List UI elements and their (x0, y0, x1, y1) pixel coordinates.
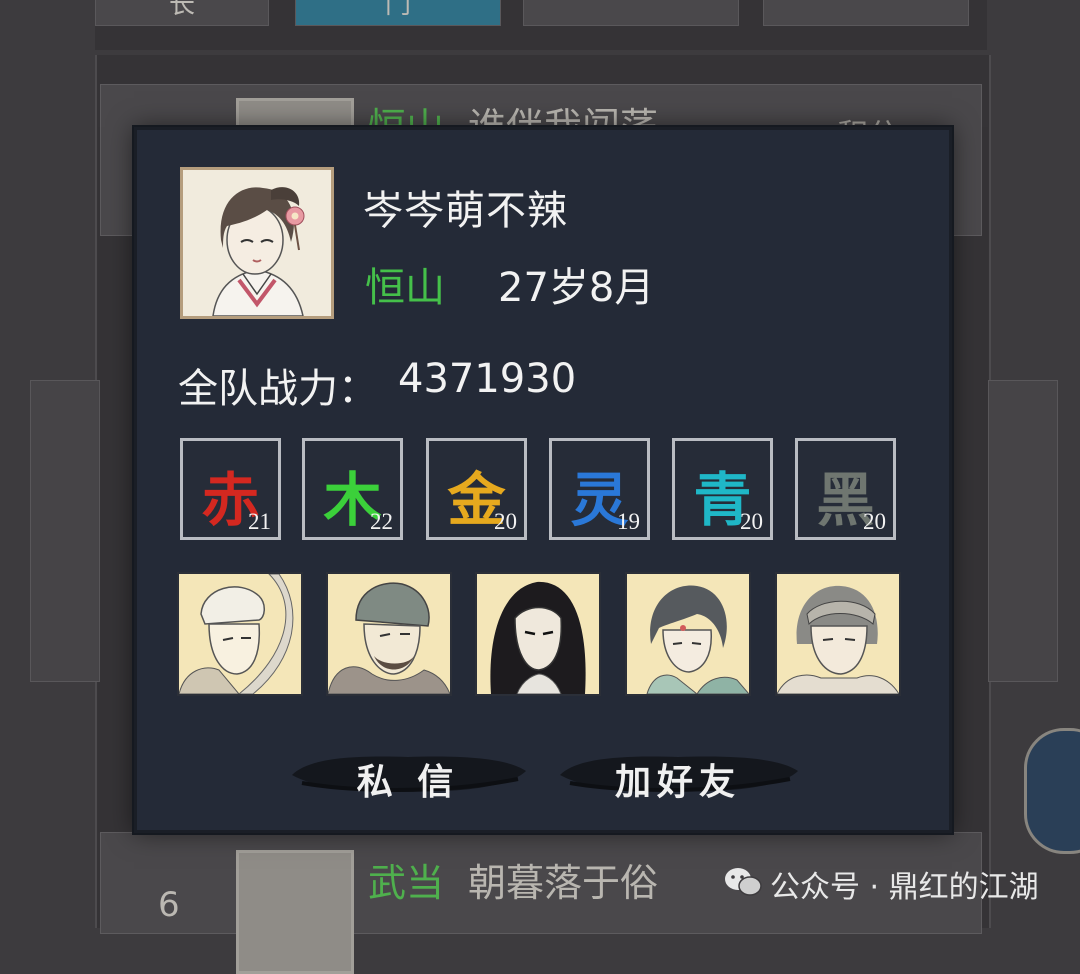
wechat-icon (725, 868, 762, 896)
element-value: 21 (248, 509, 271, 534)
message-button[interactable]: 私 信 (288, 745, 528, 803)
element-value: 20 (740, 509, 763, 534)
left-side-panel (30, 380, 100, 682)
element-value: 20 (494, 509, 517, 534)
tab-1-label: 长 (168, 0, 195, 20)
tab-bar: 长 门 (95, 0, 987, 50)
tab-1[interactable]: 长 (95, 0, 269, 26)
add-friend-button[interactable]: 加好友 (556, 745, 800, 803)
element-value: 20 (863, 509, 886, 534)
element-box-3[interactable]: 金 20 (426, 438, 527, 540)
team-power-label: 全队战力： (178, 366, 378, 412)
message-button-label: 私 信 (356, 761, 460, 803)
hero-female-portrait (627, 574, 749, 694)
element-box-4[interactable]: 灵 19 (549, 438, 650, 540)
row-avatar-6 (236, 850, 354, 974)
hero-slot-5[interactable] (775, 572, 901, 696)
element-box-6[interactable]: 黑 20 (795, 438, 896, 540)
row-6-name: 朝暮落于俗 (468, 861, 659, 905)
player-name: 岑岑萌不辣 (363, 188, 568, 234)
tab-3[interactable] (523, 0, 739, 26)
female-portrait-icon (183, 170, 331, 316)
watermark-text: 公众号 · 鼎红的江湖 (770, 870, 1039, 905)
hero-slot-3[interactable] (475, 572, 601, 696)
hero-helmet-beard-portrait (328, 574, 450, 694)
player-faction: 恒山 (365, 265, 445, 311)
element-value: 22 (370, 509, 393, 534)
hero-long-hair-portrait (477, 574, 599, 694)
hero-fur-hat-portrait (179, 574, 301, 694)
hero-slot-4[interactable] (625, 572, 751, 696)
tab-2-label: 门 (384, 0, 411, 20)
tab-2[interactable]: 门 (295, 0, 501, 26)
hero-slot-1[interactable] (177, 572, 303, 696)
hero-headband-portrait (777, 574, 899, 694)
right-side-panel (988, 380, 1058, 682)
book-icon[interactable] (1024, 728, 1080, 854)
tab-4[interactable] (763, 0, 969, 26)
element-box-2[interactable]: 木 22 (302, 438, 403, 540)
element-value: 19 (617, 509, 640, 534)
element-box-1[interactable]: 赤 21 (180, 438, 281, 540)
row-rank-6: 6 (158, 885, 180, 925)
row-6-faction: 武当 (368, 861, 445, 905)
player-age: 27岁8月 (498, 265, 655, 311)
hero-slot-2[interactable] (326, 572, 452, 696)
element-box-5[interactable]: 青 20 (672, 438, 773, 540)
player-avatar (180, 167, 334, 319)
add-friend-button-label: 加好友 (614, 761, 741, 803)
team-power-value: 4371930 (398, 356, 577, 402)
